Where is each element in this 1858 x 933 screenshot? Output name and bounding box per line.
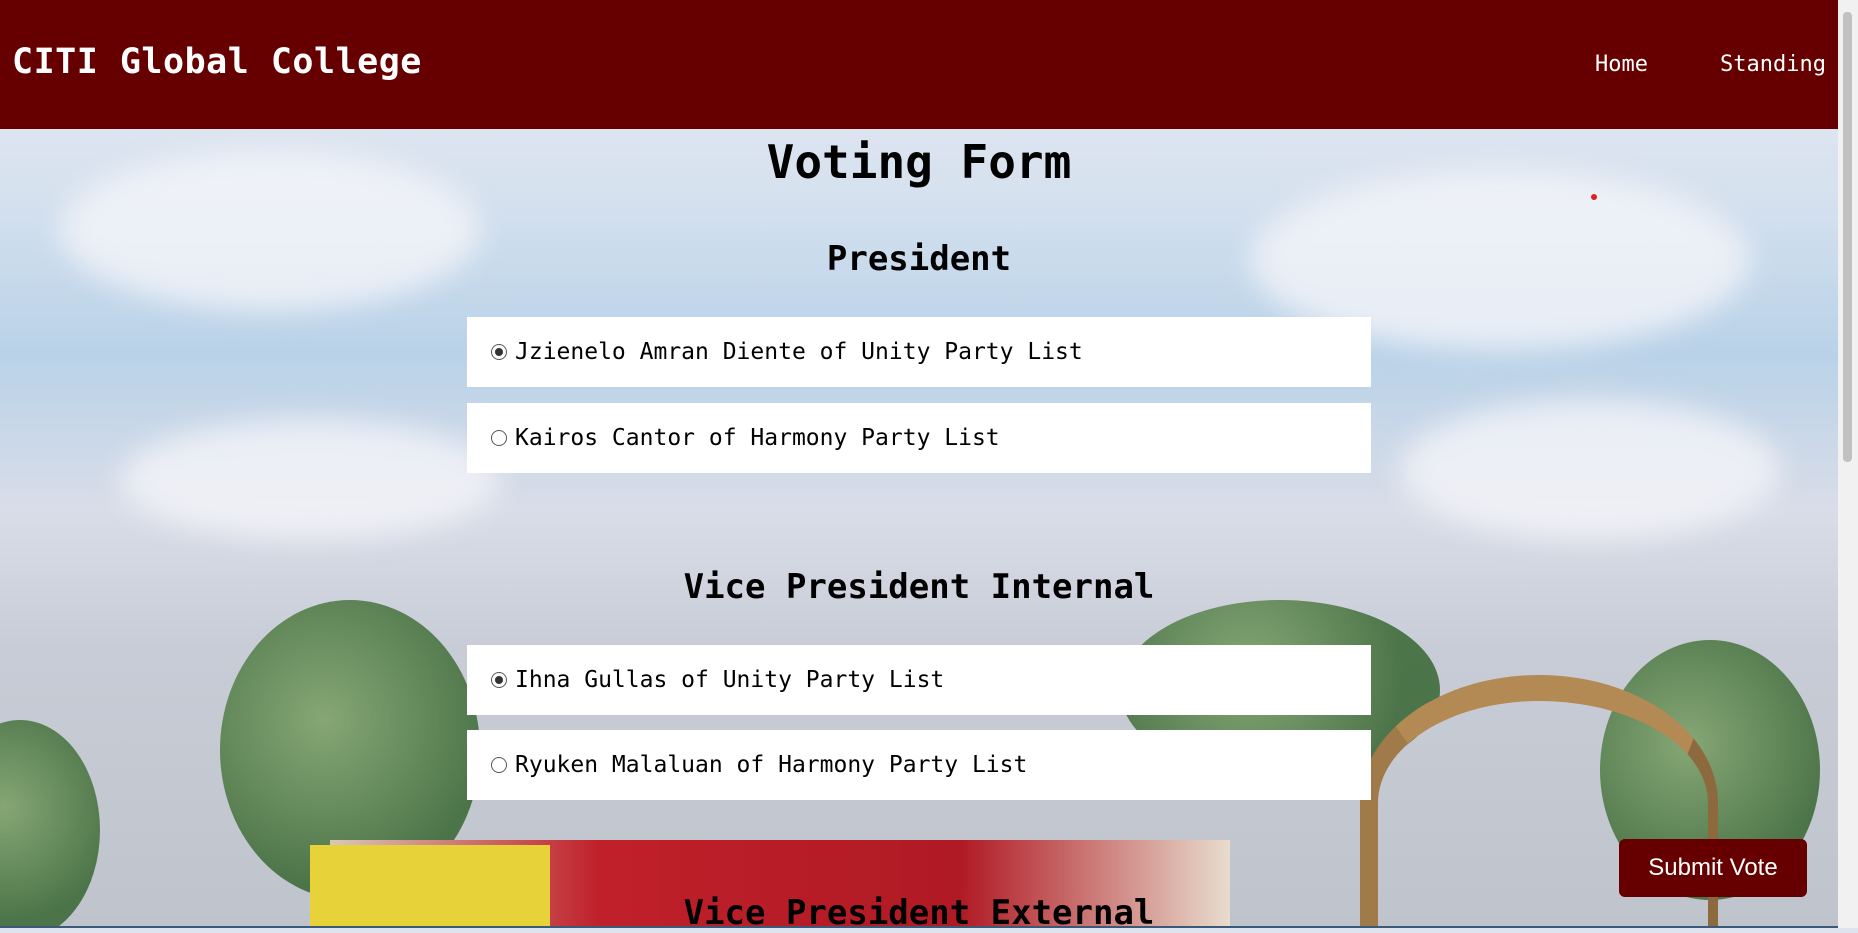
option-label: Kairos Cantor of Harmony Party List [515, 425, 1000, 451]
option-vp-internal-2[interactable]: Ryuken Malaluan of Harmony Party List [467, 730, 1371, 800]
cursor-dot [1591, 194, 1597, 200]
nav-link-home[interactable]: Home [1595, 52, 1648, 77]
radio-button[interactable] [491, 672, 507, 688]
section-title-vp-internal: Vice President Internal [683, 567, 1155, 607]
option-president-2[interactable]: Kairos Cantor of Harmony Party List [467, 403, 1371, 473]
top-navbar: CITI Global College Home Standing [0, 0, 1838, 129]
site-brand[interactable]: CITI Global College [12, 42, 422, 82]
radio-button[interactable] [491, 430, 507, 446]
option-label: Ihna Gullas of Unity Party List [515, 667, 945, 693]
option-president-1[interactable]: Jzienelo Amran Diente of Unity Party Lis… [467, 317, 1371, 387]
option-label: Jzienelo Amran Diente of Unity Party Lis… [515, 339, 1083, 365]
option-label: Ryuken Malaluan of Harmony Party List [515, 752, 1028, 778]
submit-vote-button[interactable]: Submit Vote [1619, 839, 1807, 897]
vertical-scrollbar[interactable] [1838, 0, 1858, 928]
scrollbar-thumb[interactable] [1843, 12, 1852, 462]
section-title-president: President [826, 239, 1012, 279]
nav-link-standing[interactable]: Standing [1720, 52, 1826, 77]
page-title: Voting Form [766, 135, 1072, 189]
radio-button[interactable] [491, 757, 507, 773]
option-vp-internal-1[interactable]: Ihna Gullas of Unity Party List [467, 645, 1371, 715]
radio-button[interactable] [491, 344, 507, 360]
